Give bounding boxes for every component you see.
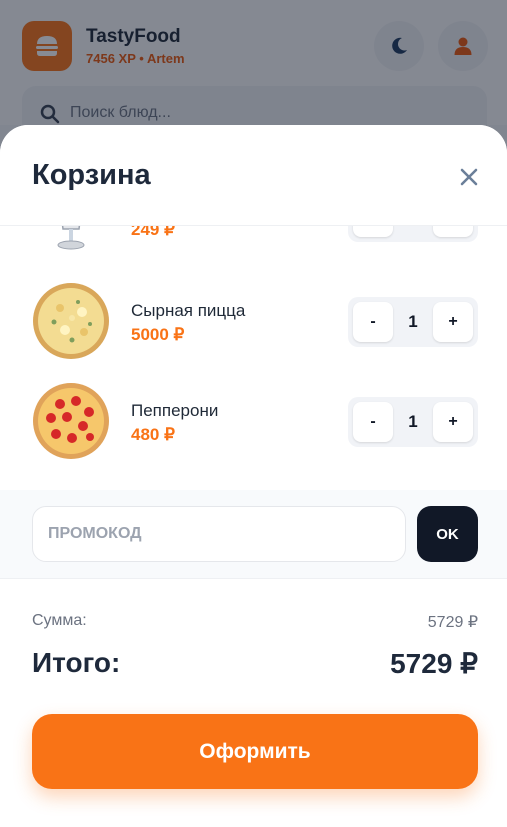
- close-icon: [460, 168, 478, 186]
- pepperoni-pizza-image: [33, 383, 109, 459]
- cart-item: 249 ₽ - 1 +: [0, 226, 507, 258]
- close-button[interactable]: [453, 161, 485, 193]
- increase-button[interactable]: +: [433, 402, 473, 442]
- quantity-value: 1: [408, 312, 418, 331]
- quantity-stepper: - 1 +: [348, 226, 478, 242]
- quantity-value: 1: [408, 412, 418, 431]
- cart-item: Пепперони 480 ₽ - 1 +: [0, 379, 507, 463]
- totals-section: Сумма: 5729 ₽ Итого: 5729 ₽ Оформить: [0, 578, 507, 827]
- decrease-button[interactable]: -: [353, 226, 393, 237]
- cart-items-list[interactable]: 249 ₽ - 1 + Сырная пицца: [0, 226, 507, 490]
- quantity-stepper: - 1 +: [348, 297, 478, 347]
- promo-code-input[interactable]: [32, 506, 406, 562]
- total-label: Итого:: [32, 647, 121, 678]
- total-value: 5729 ₽: [390, 648, 478, 679]
- item-price: 5000 ₽: [131, 325, 185, 344]
- increase-button[interactable]: +: [433, 302, 473, 342]
- apply-promo-button[interactable]: OK: [417, 506, 478, 562]
- cart-item: Сырная пицца 5000 ₽ - 1 +: [0, 279, 507, 363]
- decrease-button[interactable]: -: [353, 302, 393, 342]
- cheese-pizza-image: [33, 283, 109, 359]
- cart-header: Корзина: [0, 125, 507, 226]
- cart-title: Корзина: [32, 159, 151, 191]
- decrease-button[interactable]: -: [353, 402, 393, 442]
- subtotal-value: 5729 ₽: [427, 614, 478, 631]
- item-price: 249 ₽: [131, 226, 175, 239]
- item-name: Сырная пицца: [131, 301, 246, 320]
- cart-sheet: Корзина 249 ₽ - 1 +: [0, 125, 507, 827]
- drink-glass-image: [32, 226, 110, 255]
- checkout-button[interactable]: Оформить: [32, 714, 478, 789]
- item-price: 480 ₽: [131, 425, 175, 444]
- quantity-value: 1: [393, 226, 433, 242]
- promo-section: OK: [0, 490, 507, 578]
- item-name: Пепперони: [131, 401, 219, 420]
- increase-button[interactable]: +: [433, 226, 473, 237]
- subtotal-label: Сумма:: [32, 612, 87, 629]
- quantity-stepper: - 1 +: [348, 397, 478, 447]
